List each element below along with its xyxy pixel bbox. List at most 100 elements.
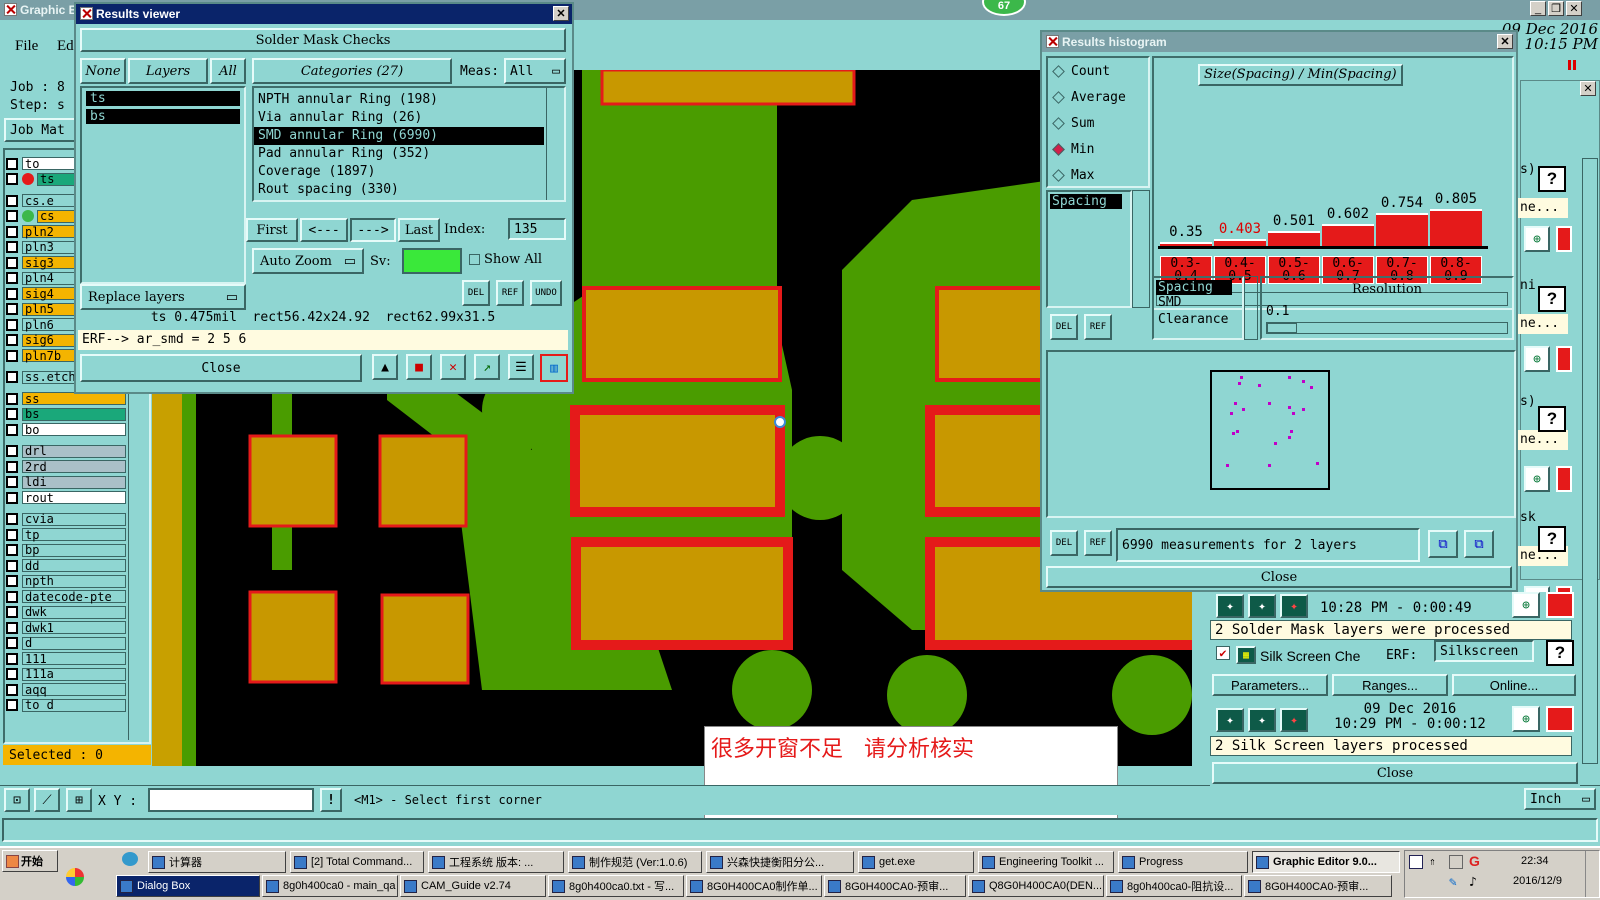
clock-date[interactable]: 2016/12/9 [1513,875,1562,887]
export-icon-1[interactable]: ⧉ [1428,530,1458,558]
histogram-icon[interactable]: ▥ [540,354,568,382]
layer-name[interactable]: dd [22,559,126,573]
layer-row[interactable]: ldi [6,475,126,490]
taskbar-button[interactable]: Progress [1118,851,1248,873]
help-icon[interactable]: ? [1538,526,1566,552]
start-button[interactable]: 开始 [2,850,58,872]
histogram-bar[interactable] [1322,224,1374,246]
menu-file[interactable]: File [15,38,38,55]
layer-name[interactable]: bp [22,543,126,557]
quicklaunch-icon[interactable] [66,868,84,886]
histogram-bar[interactable] [1430,209,1482,246]
erf-select[interactable]: Silkscreen [1434,640,1534,662]
results-viewer-close-icon[interactable]: ✕ [553,6,569,21]
layer-row[interactable]: to d [6,698,126,713]
tool-icon-4[interactable]: ↗ [474,354,500,380]
layer-checkbox[interactable] [6,621,18,634]
category-item[interactable]: SMD annular Ring (6990) [254,127,544,145]
quicklaunch-icon-2[interactable] [122,852,138,866]
histogram-bar[interactable] [1376,212,1428,246]
layer-name[interactable]: ldi [22,475,126,489]
layer-name[interactable]: 2rd [22,460,126,474]
left-list-item-spacing[interactable]: Spacing [1050,194,1122,209]
layer-name[interactable]: drl [22,444,126,458]
meas-select[interactable]: All ▭ [504,58,566,84]
layer-item-ts[interactable]: ts [86,91,240,106]
type-item-spacing[interactable]: Spacing [1156,280,1232,295]
layer-name[interactable]: cvia [22,512,126,526]
first-button[interactable]: First [246,218,298,242]
category-item[interactable]: Via annular Ring (26) [254,109,544,127]
layer-row[interactable]: rout [6,490,126,505]
layer-checkbox[interactable] [6,241,18,253]
stat-option-average[interactable]: Average [1048,84,1148,110]
stat-option-sum[interactable]: Sum [1048,110,1148,136]
prev-button[interactable]: <--- [300,218,348,242]
taskbar-button[interactable]: 工程系统 版本: ... [428,851,564,873]
auto-zoom-select[interactable]: Auto Zoom ▭ [252,248,364,274]
ref-icon[interactable]: REF [1084,530,1112,556]
categories-button[interactable]: Categories (27) [252,58,452,84]
taskbar-button[interactable]: 兴森快捷衡阳分公... [706,851,854,873]
category-list-scrollbar[interactable] [546,88,564,200]
show-all-checkbox[interactable] [469,254,480,265]
slider-thumb[interactable] [1267,323,1297,333]
radio-diamond-icon[interactable] [1052,168,1065,182]
index-input[interactable]: 135 [508,218,566,240]
taskbar-button[interactable]: Dialog Box [116,875,260,897]
tray-icon-5[interactable]: ✎ [1449,875,1457,890]
layer-name[interactable]: bo [22,423,126,437]
zoom-icon[interactable]: ⊕ [1524,346,1550,372]
stop-icon[interactable]: ✦ [1280,708,1308,732]
layer-checkbox[interactable] [6,528,18,541]
radio-diamond-icon[interactable] [1052,90,1065,104]
ref-icon[interactable]: REF [496,280,524,306]
tool-icon-1[interactable]: ▲ [372,354,398,380]
taskbar-button[interactable]: CAM_Guide v2.74 [400,875,546,897]
radio-diamond-icon[interactable] [1052,64,1065,78]
layer-checkbox[interactable] [6,637,18,649]
layer-row[interactable]: dd [6,558,126,573]
zoom-icon[interactable]: ⊕ [1524,466,1550,492]
help-icon[interactable]: ? [1546,640,1574,666]
grid-tool-icon[interactable]: ⊞ [66,788,92,812]
stat-option-count[interactable]: Count [1048,58,1148,84]
layer-name[interactable]: datecode-pte [22,590,126,604]
category-item[interactable]: Pad annular Ring (352) [254,145,544,163]
help-icon[interactable]: ? [1538,406,1566,432]
radio-diamond-icon[interactable] [1052,142,1065,156]
del-icon[interactable]: DEL [462,280,490,306]
export-icon-2[interactable]: ⧉ [1464,530,1494,558]
layer-row[interactable]: 111a [6,667,126,682]
layer-checkbox[interactable] [6,408,18,420]
taskbar-button[interactable]: 8g0h400ca0.txt - 写... [548,875,684,897]
taskbar-button[interactable]: 8g0h400ca0-阻抗设... [1106,875,1242,897]
measure-tool-icon[interactable]: ⊡ [4,788,30,812]
category-item[interactable]: NPTH annular Ring (198) [254,91,544,109]
resolution-slider[interactable] [1266,322,1508,334]
radio-diamond-icon[interactable] [1052,116,1065,130]
layer-checkbox[interactable] [6,157,18,170]
histogram-bar[interactable] [1214,238,1266,246]
volume-icon[interactable]: ♪ [1469,875,1477,890]
layer-checkbox[interactable] [6,256,18,269]
taskbar-button[interactable]: 计算器 [148,851,286,873]
next-button[interactable]: ---> [350,218,396,242]
histogram-chart[interactable]: 0.35 0.3- 0.4 0.403 0.4- 0.5 0.501 0.5- 0.6 0.602… [1154,58,1512,308]
layer-name[interactable]: dwk1 [22,621,126,635]
layers-none-button[interactable]: None [80,58,126,84]
layer-name[interactable]: bs [22,407,126,421]
taskbar-button[interactable]: 8G0H400CA0制作单... [686,875,822,897]
layer-checkbox[interactable] [6,334,18,346]
layer-row[interactable]: bo [6,422,126,437]
layer-name[interactable]: 111 [22,652,126,666]
tool-icon-2[interactable]: ■ [406,354,432,380]
taskbar-button[interactable]: Q8G0H400CA0(DEN... [968,875,1104,897]
xy-input[interactable] [148,788,314,812]
layer-row[interactable]: dwk1 [6,620,126,635]
stop-icon[interactable]: ✦ [1280,594,1308,618]
parameters-button[interactable]: Parameters... [1212,674,1328,696]
last-button[interactable]: Last [398,218,440,242]
layer-row[interactable]: npth [6,574,126,589]
layer-name[interactable]: npth [22,574,126,588]
